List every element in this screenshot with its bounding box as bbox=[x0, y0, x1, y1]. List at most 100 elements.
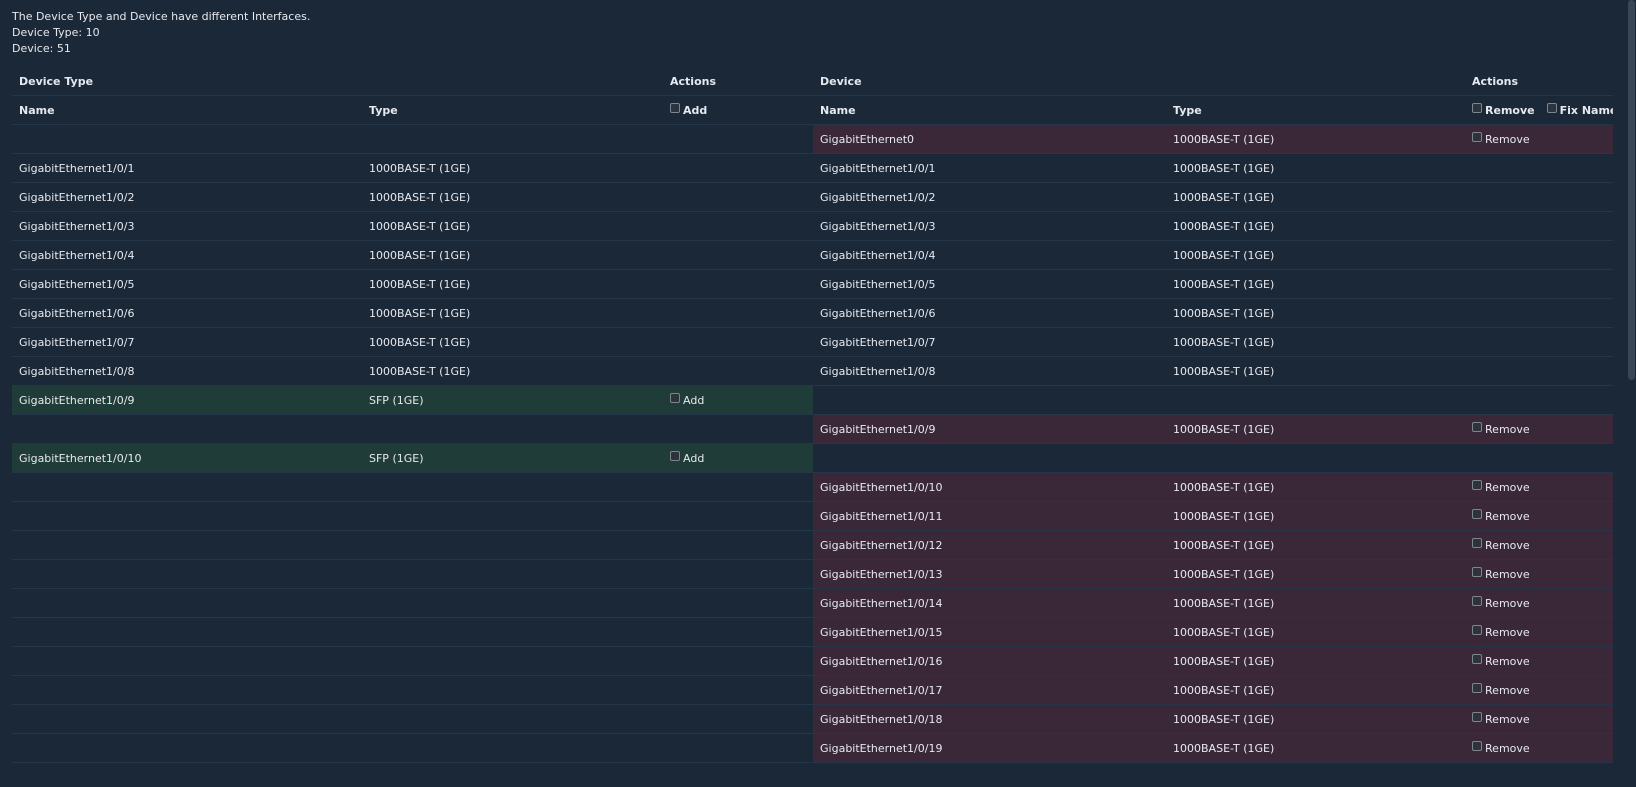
device-type-actions-header: Actions bbox=[663, 67, 814, 96]
device-interface-type: 1000BASE-T (1GE) bbox=[1166, 704, 1466, 734]
remove-checkbox[interactable] bbox=[1472, 711, 1483, 722]
device-interface-name bbox=[813, 443, 1167, 473]
remove-checkbox[interactable] bbox=[1472, 653, 1483, 664]
remove-label: Remove bbox=[1485, 712, 1530, 726]
scrollbar-thumb[interactable] bbox=[1628, 0, 1635, 380]
remove-fix-cell: Remove Fix Name bbox=[1465, 95, 1613, 125]
device-interface-name: GigabitEthernet1/0/9 bbox=[813, 414, 1167, 444]
table-row: GigabitEthernet1/0/9 SFP (1GE) Add bbox=[12, 385, 1613, 415]
interface-table: Device Type Actions Device Actions Name … bbox=[12, 67, 1613, 763]
device-type-interface-name bbox=[12, 501, 362, 531]
device-interface-type: 1000BASE-T (1GE) bbox=[1166, 414, 1466, 444]
remove-checkbox[interactable] bbox=[1472, 740, 1483, 751]
device-type-interface-type bbox=[362, 704, 664, 734]
device-action-cell bbox=[1465, 211, 1613, 241]
device-type-action-cell bbox=[663, 269, 814, 299]
device-interface-type: 1000BASE-T (1GE) bbox=[1166, 269, 1466, 299]
device-type-interface-name: GigabitEthernet1/0/7 bbox=[12, 327, 362, 357]
device-interface-name: GigabitEthernet1/0/17 bbox=[813, 675, 1167, 705]
remove-checkbox[interactable] bbox=[1472, 421, 1483, 432]
device-type-interface-type bbox=[362, 559, 664, 589]
device-action-cell: Remove bbox=[1465, 646, 1613, 676]
device-type-interface-name bbox=[12, 414, 362, 444]
device-interface-name: GigabitEthernet1/0/11 bbox=[813, 501, 1167, 531]
table-row: GigabitEthernet1/0/16 1000BASE-T (1GE) Rem… bbox=[12, 646, 1613, 676]
remove-checkbox[interactable] bbox=[1472, 479, 1483, 490]
device-type-interface-type: SFP (1GE) bbox=[362, 443, 664, 473]
device-type-interface-name: GigabitEthernet1/0/5 bbox=[12, 269, 362, 299]
section-header-row: Device Type Actions Device Actions bbox=[12, 67, 1613, 96]
table-row: GigabitEthernet1/0/13 1000BASE-T (1GE) Rem… bbox=[12, 559, 1613, 589]
device-header: Device bbox=[813, 67, 1466, 96]
device-type-interface-type bbox=[362, 588, 664, 618]
device-interface-name: GigabitEthernet1/0/2 bbox=[813, 182, 1167, 212]
device-action-cell bbox=[1465, 385, 1613, 415]
device-interface-type: 1000BASE-T (1GE) bbox=[1166, 588, 1466, 618]
device-interface-type: 1000BASE-T (1GE) bbox=[1166, 559, 1466, 589]
remove-checkbox[interactable] bbox=[1472, 537, 1483, 548]
device-type-action-cell: Add bbox=[663, 385, 814, 415]
remove-label: Remove bbox=[1485, 683, 1530, 697]
remove-checkbox[interactable] bbox=[1472, 682, 1483, 693]
device-interface-name: GigabitEthernet1/0/19 bbox=[813, 733, 1167, 763]
table-row: GigabitEthernet1/0/15 1000BASE-T (1GE) Rem… bbox=[12, 617, 1613, 647]
add-all-cell: Add bbox=[663, 95, 814, 125]
scrollbar-track[interactable] bbox=[1626, 0, 1636, 787]
remove-checkbox[interactable] bbox=[1472, 624, 1483, 635]
device-type-action-cell bbox=[663, 559, 814, 589]
device-action-cell bbox=[1465, 269, 1613, 299]
fix-name-all-checkbox[interactable] bbox=[1546, 102, 1557, 113]
table-row: GigabitEthernet1/0/4 1000BASE-T (1GE) Giga… bbox=[12, 240, 1613, 270]
device-type-interface-name bbox=[12, 733, 362, 763]
remove-checkbox[interactable] bbox=[1472, 595, 1483, 606]
remove-label: Remove bbox=[1485, 654, 1530, 668]
device-type-action-cell bbox=[663, 646, 814, 676]
device-type-action-cell bbox=[663, 240, 814, 270]
table-row: GigabitEthernet1/0/10 1000BASE-T (1GE) Rem… bbox=[12, 472, 1613, 502]
device-interface-name: GigabitEthernet1/0/13 bbox=[813, 559, 1167, 589]
table-row: GigabitEthernet1/0/12 1000BASE-T (1GE) Rem… bbox=[12, 530, 1613, 560]
remove-checkbox[interactable] bbox=[1472, 131, 1483, 142]
table-row: GigabitEthernet1/0/7 1000BASE-T (1GE) Giga… bbox=[12, 327, 1613, 357]
add-all-label: Add bbox=[683, 103, 708, 117]
device-type-action-cell bbox=[663, 675, 814, 705]
remove-label: Remove bbox=[1485, 596, 1530, 610]
table-row: GigabitEthernet1/0/19 1000BASE-T (1GE) Rem… bbox=[12, 733, 1613, 763]
device-type-action-cell bbox=[663, 588, 814, 618]
device-type-interface-name: GigabitEthernet1/0/10 bbox=[12, 443, 362, 473]
device-type-action-cell bbox=[663, 298, 814, 328]
device-type-action-cell bbox=[663, 124, 814, 154]
device-interface-name: GigabitEthernet1/0/12 bbox=[813, 530, 1167, 560]
device-action-cell bbox=[1465, 182, 1613, 212]
device-type-interface-type: 1000BASE-T (1GE) bbox=[362, 153, 664, 183]
device-type-interface-type: 1000BASE-T (1GE) bbox=[362, 240, 664, 270]
remove-checkbox[interactable] bbox=[1472, 508, 1483, 519]
device-type-action-cell bbox=[663, 356, 814, 386]
remove-all-checkbox[interactable] bbox=[1472, 102, 1483, 113]
table-row: GigabitEthernet1/0/3 1000BASE-T (1GE) Giga… bbox=[12, 211, 1613, 241]
device-type-interface-name bbox=[12, 472, 362, 502]
remove-label: Remove bbox=[1485, 567, 1530, 581]
device-type-interface-name bbox=[12, 530, 362, 560]
remove-checkbox[interactable] bbox=[1472, 566, 1483, 577]
device-interface-name: GigabitEthernet1/0/15 bbox=[813, 617, 1167, 647]
device-action-cell: Remove bbox=[1465, 617, 1613, 647]
device-interface-type: 1000BASE-T (1GE) bbox=[1166, 472, 1466, 502]
remove-label: Remove bbox=[1485, 132, 1530, 146]
table-row: GigabitEthernet0 1000BASE-T (1GE) Remove bbox=[12, 124, 1613, 154]
add-all-checkbox[interactable] bbox=[670, 102, 681, 113]
device-type-interface-name bbox=[12, 588, 362, 618]
device-type-interface-type bbox=[362, 617, 664, 647]
device-type-interface-type: 1000BASE-T (1GE) bbox=[362, 182, 664, 212]
table-row: GigabitEthernet1/0/17 1000BASE-T (1GE) Rem… bbox=[12, 675, 1613, 705]
device-type-interface-type bbox=[362, 675, 664, 705]
device-type-interface-type bbox=[362, 501, 664, 531]
device-type-action-cell bbox=[663, 704, 814, 734]
add-checkbox[interactable] bbox=[670, 450, 681, 461]
device-interface-type: 1000BASE-T (1GE) bbox=[1166, 327, 1466, 357]
device-interface-type: 1000BASE-T (1GE) bbox=[1166, 182, 1466, 212]
device-interface-type bbox=[1166, 385, 1466, 415]
device-actions-header: Actions bbox=[1465, 67, 1613, 96]
device-type-header: Device Type bbox=[12, 67, 664, 96]
add-checkbox[interactable] bbox=[670, 392, 681, 403]
